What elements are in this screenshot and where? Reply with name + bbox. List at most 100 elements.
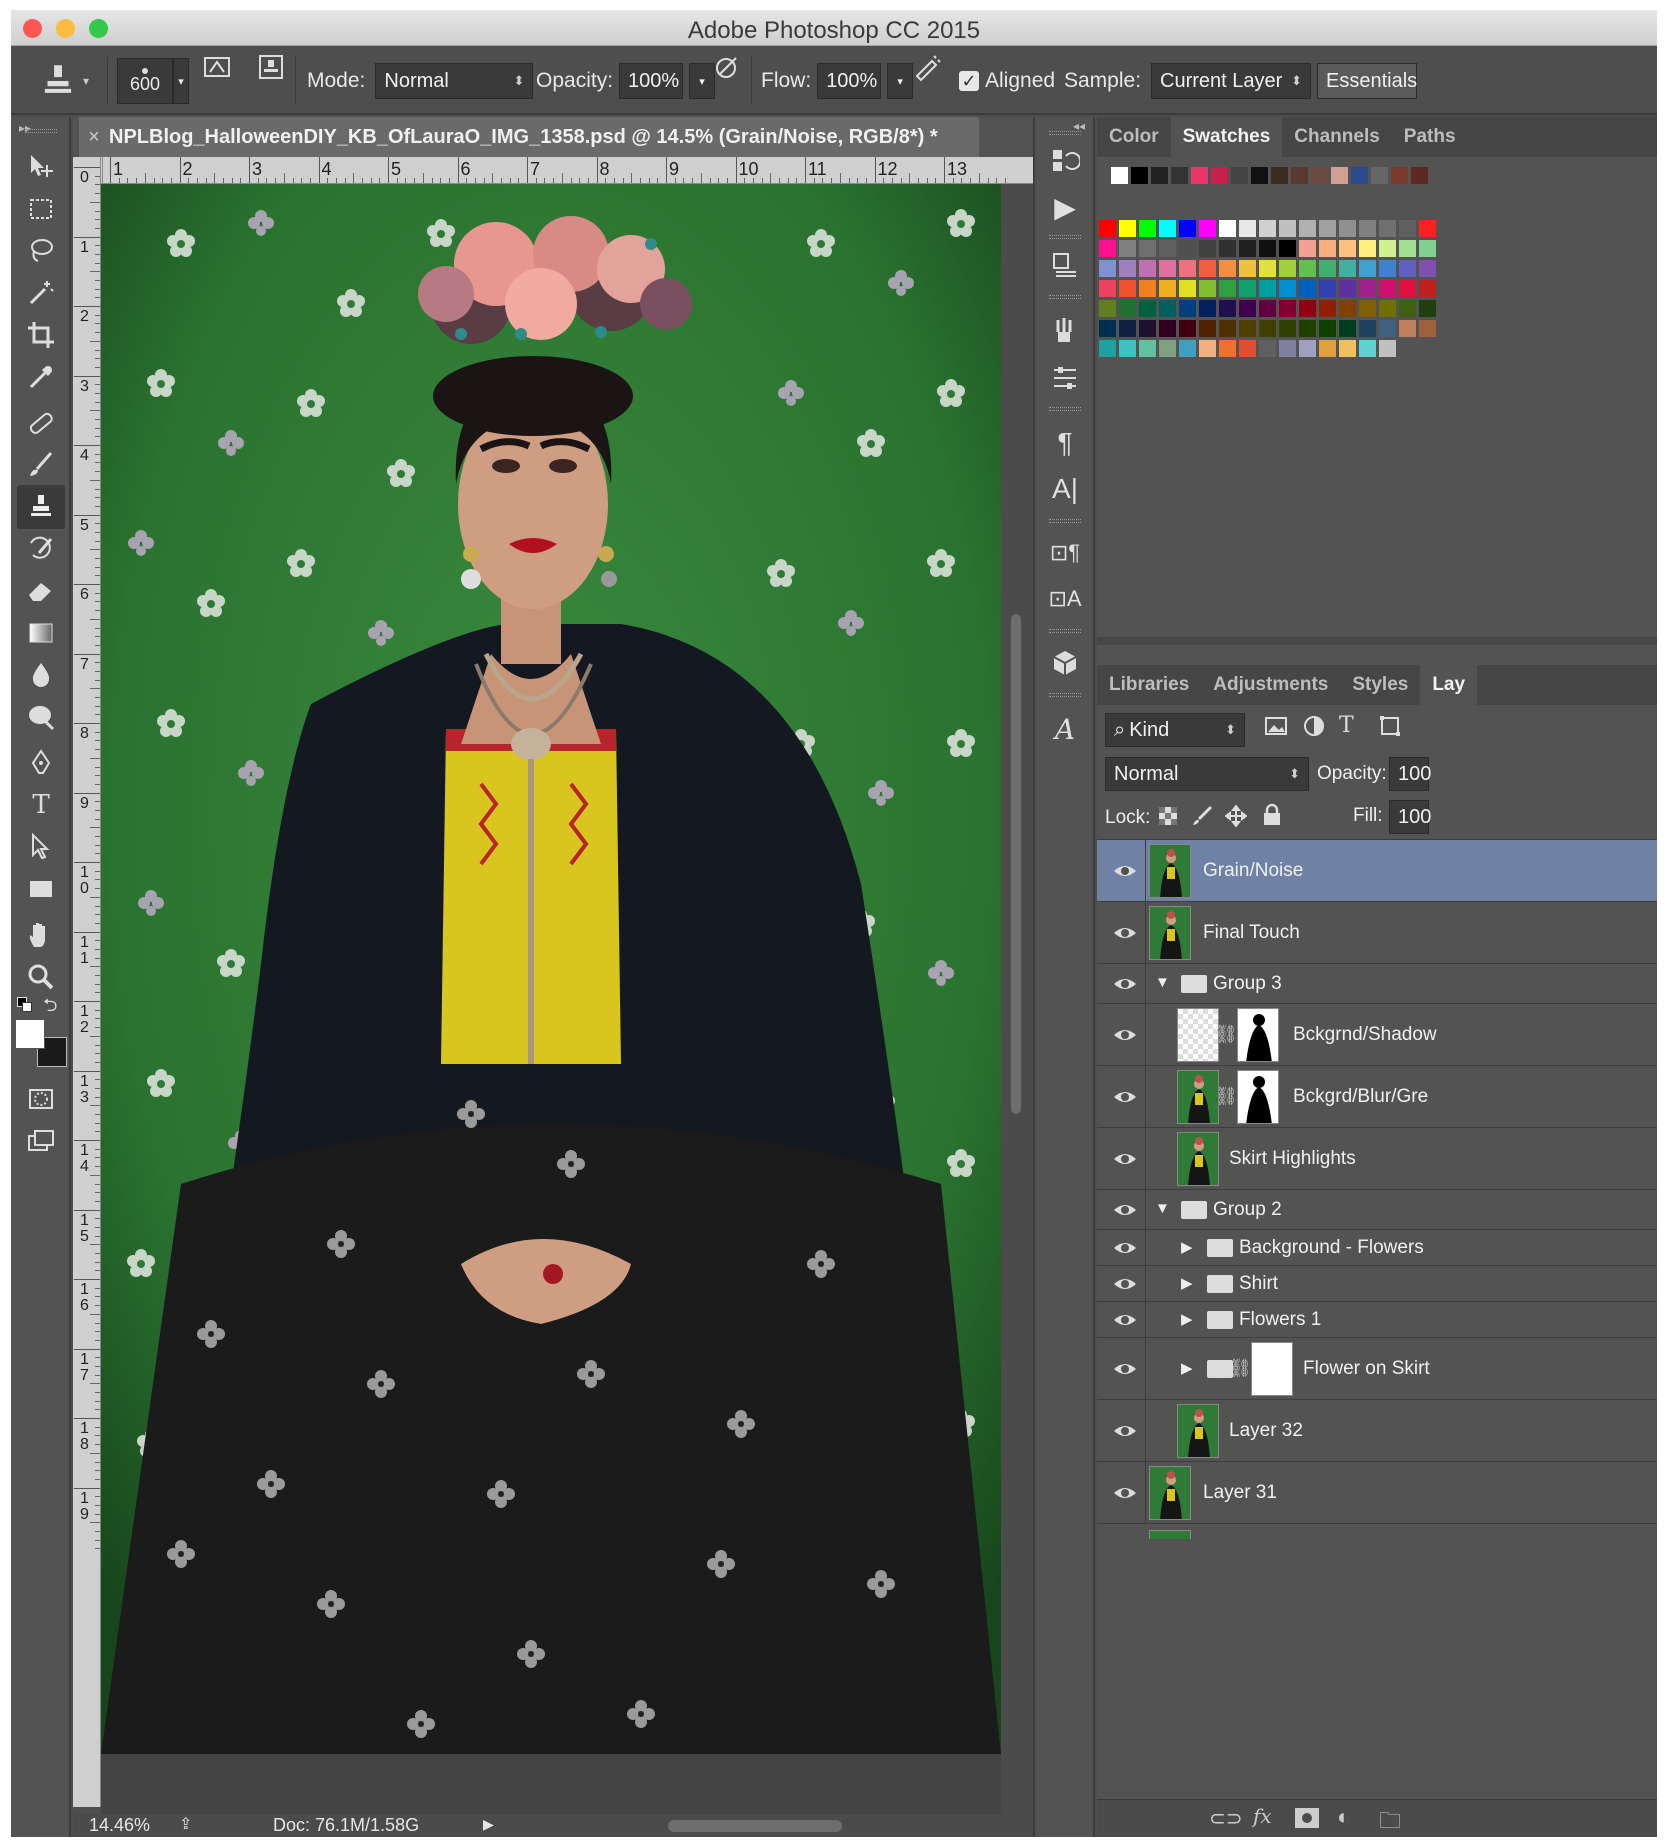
swatch[interactable]: [1211, 167, 1228, 184]
swatch[interactable]: [1239, 320, 1256, 337]
visibility-eye-icon[interactable]: [1112, 1307, 1138, 1333]
brush-panel-toggle-button[interactable]: [197, 47, 237, 87]
mask-link-icon[interactable]: ⛓: [1215, 1024, 1238, 1045]
type-tool[interactable]: T: [17, 783, 65, 827]
swatch[interactable]: [1339, 220, 1356, 237]
swatch[interactable]: [1219, 340, 1236, 357]
pressure-opacity-button[interactable]: [707, 47, 747, 87]
swatch[interactable]: [1359, 280, 1376, 297]
swatch[interactable]: [1159, 300, 1176, 317]
swatch[interactable]: [1419, 260, 1436, 277]
eraser-tool[interactable]: [17, 569, 65, 613]
swatch[interactable]: [1139, 220, 1156, 237]
screen-mode-button[interactable]: [17, 1119, 65, 1163]
visibility-eye-icon[interactable]: [1112, 1235, 1138, 1261]
swatch[interactable]: [1379, 340, 1396, 357]
visibility-eye-icon[interactable]: [1112, 920, 1138, 946]
swatch[interactable]: [1179, 340, 1196, 357]
swatch[interactable]: [1319, 220, 1336, 237]
brush-presets-button[interactable]: [1045, 311, 1085, 351]
swatch[interactable]: [1399, 300, 1416, 317]
layer-thumbnail[interactable]: [1149, 1530, 1191, 1539]
filter-adjustment-layers-button[interactable]: [1301, 713, 1331, 747]
swatch[interactable]: [1099, 280, 1116, 297]
swatch[interactable]: [1199, 320, 1216, 337]
sample-select[interactable]: Current Layer ⬍: [1151, 63, 1312, 99]
tab-swatches[interactable]: Swatches: [1170, 117, 1283, 157]
layer-thumbnail[interactable]: [1149, 844, 1191, 898]
swatch[interactable]: [1239, 300, 1256, 317]
default-colors-icon[interactable]: [17, 997, 33, 1013]
swatch[interactable]: [1379, 260, 1396, 277]
swatch[interactable]: [1279, 240, 1296, 257]
layer-thumbnail[interactable]: [1177, 1132, 1219, 1186]
collapse-group-icon[interactable]: ▼: [1155, 1200, 1170, 1217]
swatch[interactable]: [1191, 167, 1208, 184]
swatch[interactable]: [1239, 240, 1256, 257]
layer-row[interactable]: Layer 31: [1097, 1462, 1657, 1524]
rectangle-tool[interactable]: [17, 867, 65, 911]
swatch[interactable]: [1319, 340, 1336, 357]
swatch[interactable]: [1339, 260, 1356, 277]
layer-blend-mode-select[interactable]: Normal ⬍: [1105, 757, 1309, 791]
swatch[interactable]: [1259, 320, 1276, 337]
swatch[interactable]: [1239, 260, 1256, 277]
swatch[interactable]: [1419, 320, 1436, 337]
swatch[interactable]: [1159, 260, 1176, 277]
gradient-tool[interactable]: [17, 611, 65, 655]
swatch[interactable]: [1319, 320, 1336, 337]
swatch[interactable]: [1139, 240, 1156, 257]
flow-input[interactable]: 100%: [817, 63, 882, 99]
swatch[interactable]: [1219, 260, 1236, 277]
swatch[interactable]: [1311, 167, 1328, 184]
layer-row[interactable]: ▶ ⛓ Flower on Skirt: [1097, 1338, 1657, 1400]
expand-group-icon[interactable]: ▶: [1181, 1310, 1193, 1328]
swatch[interactable]: [1119, 280, 1136, 297]
path-selection-tool[interactable]: [17, 825, 65, 869]
swatch[interactable]: [1299, 320, 1316, 337]
swatch[interactable]: [1379, 280, 1396, 297]
brush-size-picker[interactable]: 600 ▾: [117, 47, 189, 115]
swatch[interactable]: [1279, 320, 1296, 337]
swatch[interactable]: [1259, 260, 1276, 277]
swatch[interactable]: [1139, 300, 1156, 317]
layer-thumbnail[interactable]: [1177, 1070, 1219, 1124]
airbrush-button[interactable]: [907, 47, 947, 87]
swatch[interactable]: [1319, 260, 1336, 277]
layer-row[interactable]: Grain/Noise: [1097, 840, 1657, 902]
swatch[interactable]: [1319, 280, 1336, 297]
swatch[interactable]: [1251, 167, 1268, 184]
pen-tool[interactable]: [17, 741, 65, 785]
swatch[interactable]: [1179, 320, 1196, 337]
swatch[interactable]: [1219, 220, 1236, 237]
swatch[interactable]: [1291, 167, 1308, 184]
swatch[interactable]: [1359, 260, 1376, 277]
layer-mask-thumbnail[interactable]: [1237, 1070, 1279, 1124]
swatch[interactable]: [1299, 300, 1316, 317]
swatch[interactable]: [1379, 320, 1396, 337]
aligned-checkbox[interactable]: ✓ Aligned: [959, 47, 1055, 115]
swatch[interactable]: [1199, 340, 1216, 357]
layer-row[interactable]: ▶ Shirt: [1097, 1266, 1657, 1302]
swap-colors-icon[interactable]: ⮌: [43, 993, 57, 1023]
filter-shape-layers-button[interactable]: [1377, 713, 1407, 747]
swatch[interactable]: [1199, 260, 1216, 277]
swatch[interactable]: [1299, 340, 1316, 357]
zoom-tool[interactable]: [17, 955, 65, 999]
opacity-input[interactable]: 100%: [619, 63, 684, 99]
swatch[interactable]: [1119, 260, 1136, 277]
swatch[interactable]: [1259, 240, 1276, 257]
layer-style-fx-icon[interactable]: fx: [1253, 1804, 1272, 1828]
layer-mask-thumbnail[interactable]: [1251, 1342, 1293, 1396]
swatch[interactable]: [1179, 240, 1196, 257]
swatch[interactable]: [1379, 240, 1396, 257]
swatch[interactable]: [1179, 280, 1196, 297]
crop-tool[interactable]: [17, 313, 65, 357]
swatch[interactable]: [1339, 280, 1356, 297]
swatch[interactable]: [1279, 300, 1296, 317]
swatch[interactable]: [1271, 167, 1288, 184]
swatch[interactable]: [1119, 240, 1136, 257]
tab-paths[interactable]: Paths: [1392, 117, 1468, 157]
swatch[interactable]: [1199, 300, 1216, 317]
swatch[interactable]: [1339, 240, 1356, 257]
